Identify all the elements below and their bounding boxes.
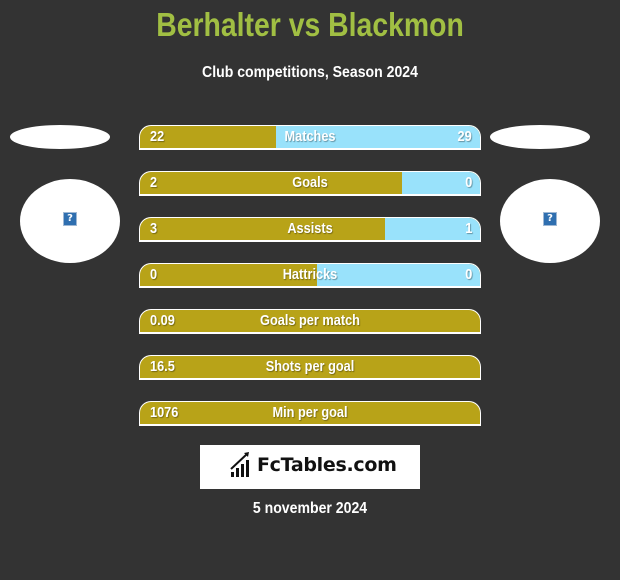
stat-label: Hattricks	[282, 266, 338, 283]
left-value: 0	[150, 266, 158, 283]
left-value: 1076	[150, 404, 179, 421]
date-label: 5 november 2024	[252, 500, 368, 517]
left-value: 3	[150, 220, 158, 237]
left-value: 0.09	[150, 312, 175, 329]
right-value: 29	[457, 128, 472, 145]
stat-row-min-per-goal: Min per goal 1076	[139, 401, 481, 426]
stat-label: Goals per match	[260, 312, 360, 329]
stat-row-hattricks: Hattricks 0 0	[139, 263, 481, 288]
left-value: 22	[150, 128, 165, 145]
stat-row-matches: Matches 22 29	[139, 125, 481, 150]
left-value: 16.5	[150, 358, 175, 375]
right-player-name-placeholder	[490, 125, 590, 149]
right-player-avatar[interactable]: ?	[500, 179, 600, 263]
right-value: 1	[464, 220, 472, 237]
broken-image-icon: ?	[63, 212, 77, 226]
page-subtitle: Club competitions, Season 2024	[202, 64, 418, 81]
stat-label: Matches	[284, 128, 336, 145]
stat-label: Min per goal	[272, 404, 348, 421]
left-player-name-placeholder	[10, 125, 110, 149]
right-value: 0	[464, 266, 472, 283]
stat-label: Assists	[287, 220, 333, 237]
stat-row-goals-per-match: Goals per match 0.09	[139, 309, 481, 334]
stat-label: Shots per goal	[265, 358, 355, 375]
fctables-logo[interactable]: FcTables.com	[200, 445, 420, 489]
stat-row-assists: Assists 3 1	[139, 217, 481, 242]
left-value: 2	[150, 174, 158, 191]
right-value: 0	[464, 174, 472, 191]
logo-text: FcTables.com	[257, 454, 397, 476]
stat-label: Goals	[292, 174, 328, 191]
page-title: Berhalter vs Blackmon	[156, 6, 464, 43]
left-player-avatar[interactable]: ?	[20, 179, 120, 263]
bar-chart-icon	[230, 452, 249, 477]
stat-row-goals: Goals 2 0	[139, 171, 481, 196]
stat-row-shots-per-goal: Shots per goal 16.5	[139, 355, 481, 380]
broken-image-icon: ?	[543, 212, 557, 226]
